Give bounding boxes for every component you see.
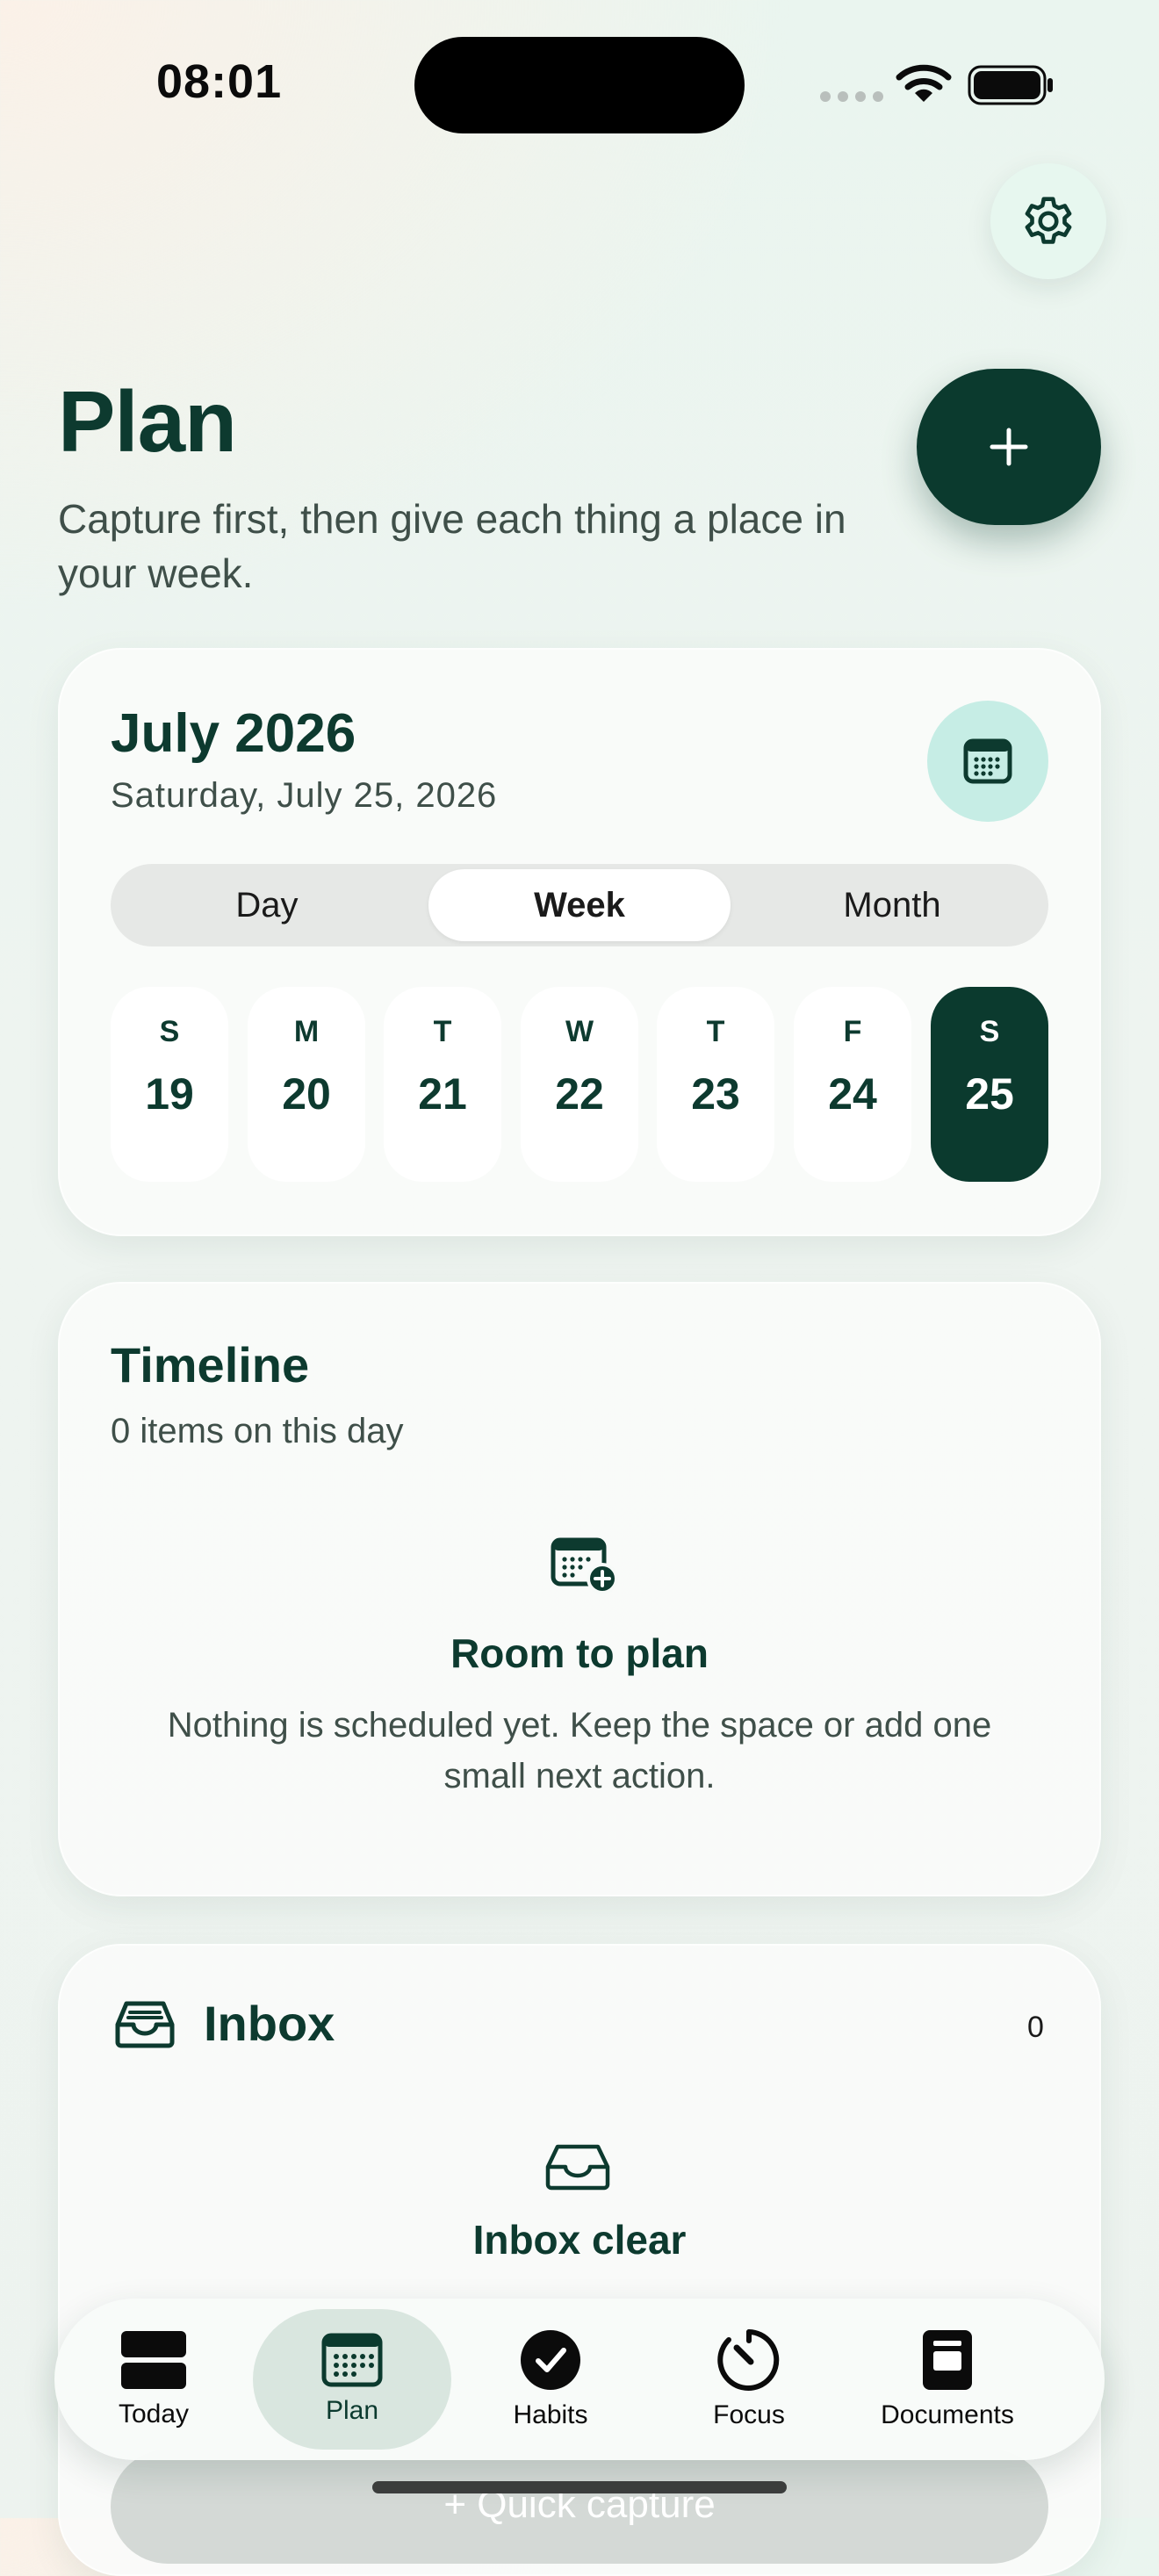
inbox-tray-icon bbox=[115, 2001, 175, 2048]
inbox-title: Inbox bbox=[204, 1996, 335, 2051]
tab-label: Plan bbox=[325, 2396, 379, 2425]
settings-button[interactable] bbox=[990, 163, 1106, 279]
home-indicator bbox=[372, 2481, 787, 2493]
plus-icon bbox=[990, 428, 1028, 466]
add-item-button[interactable] bbox=[917, 369, 1101, 525]
inbox-count-badge: 0 bbox=[1027, 2011, 1044, 2044]
tab-label: Focus bbox=[713, 2400, 785, 2429]
document-icon bbox=[923, 2330, 972, 2390]
month-title: July 2026 bbox=[111, 703, 356, 764]
calendar-grid-icon bbox=[321, 2333, 383, 2387]
day-number: 20 bbox=[282, 1069, 331, 1119]
tab-habits[interactable]: Habits bbox=[451, 2309, 650, 2450]
tab-focus[interactable]: Focus bbox=[650, 2309, 848, 2450]
weekday-label: T bbox=[433, 1015, 452, 1048]
day-23[interactable]: T 23 bbox=[657, 987, 774, 1182]
day-number: 23 bbox=[691, 1069, 740, 1119]
day-25-selected[interactable]: S 25 bbox=[931, 987, 1048, 1182]
inbox-empty-title: Inbox clear bbox=[472, 2217, 687, 2263]
weekday-label: W bbox=[565, 1015, 594, 1048]
wifi-icon bbox=[896, 64, 952, 102]
tab-label: Habits bbox=[513, 2400, 588, 2429]
open-calendar-button[interactable] bbox=[927, 701, 1048, 822]
tab-label: Documents bbox=[881, 2400, 1014, 2429]
gear-icon bbox=[1025, 197, 1072, 244]
segment-month[interactable]: Month bbox=[741, 869, 1043, 941]
day-24[interactable]: F 24 bbox=[794, 987, 911, 1182]
calendar-add-icon bbox=[551, 1537, 618, 1594]
weekday-label: S bbox=[979, 1015, 1000, 1048]
selected-date: Saturday, July 25, 2026 bbox=[111, 776, 498, 815]
week-day-strip: S 19 M 20 T 21 W 22 T 23 F 24 S 25 bbox=[111, 987, 1048, 1182]
quick-capture-button[interactable]: + Quick capture bbox=[111, 2450, 1048, 2564]
tab-plan[interactable]: Plan bbox=[253, 2309, 451, 2450]
segment-week[interactable]: Week bbox=[428, 869, 731, 941]
cellular-signal-icon bbox=[820, 91, 883, 102]
day-number: 24 bbox=[828, 1069, 877, 1119]
battery-icon bbox=[968, 65, 1053, 105]
dynamic-island bbox=[414, 37, 745, 133]
day-21[interactable]: T 21 bbox=[384, 987, 501, 1182]
inbox-empty-icon bbox=[545, 2144, 610, 2191]
weekday-label: S bbox=[159, 1015, 180, 1048]
page-title: Plan bbox=[58, 373, 237, 470]
timeline-empty-title: Room to plan bbox=[450, 1630, 709, 1676]
day-22[interactable]: W 22 bbox=[521, 987, 638, 1182]
day-number: 22 bbox=[555, 1069, 604, 1119]
weekday-label: M bbox=[293, 1015, 320, 1048]
tab-today[interactable]: Today bbox=[54, 2309, 253, 2450]
tab-label: Today bbox=[118, 2400, 190, 2428]
view-mode-segmented-control: Day Week Month bbox=[111, 864, 1048, 946]
weekday-label: F bbox=[843, 1015, 862, 1048]
today-icon bbox=[121, 2331, 186, 2389]
timeline-title: Timeline bbox=[111, 1337, 310, 1392]
timer-icon bbox=[717, 2329, 780, 2391]
day-number: 21 bbox=[418, 1069, 467, 1119]
timeline-item-count: 0 items on this day bbox=[111, 1412, 404, 1450]
status-time: 08:01 bbox=[156, 55, 283, 108]
day-number: 19 bbox=[145, 1069, 194, 1119]
day-19[interactable]: S 19 bbox=[111, 987, 228, 1182]
day-number: 25 bbox=[965, 1069, 1014, 1119]
calendar-icon bbox=[963, 738, 1012, 784]
timeline-empty-text: Nothing is scheduled yet. Keep the space… bbox=[167, 1706, 992, 1795]
day-20[interactable]: M 20 bbox=[248, 987, 365, 1182]
weekday-label: T bbox=[706, 1015, 725, 1048]
tab-bar: Today Plan Habits Focus Documents bbox=[54, 2299, 1105, 2460]
page-subtitle: Capture first, then give each thing a pl… bbox=[58, 496, 846, 596]
segment-day[interactable]: Day bbox=[116, 869, 418, 941]
checkmark-circle-icon bbox=[521, 2330, 580, 2390]
tab-documents[interactable]: Documents bbox=[848, 2309, 1047, 2450]
